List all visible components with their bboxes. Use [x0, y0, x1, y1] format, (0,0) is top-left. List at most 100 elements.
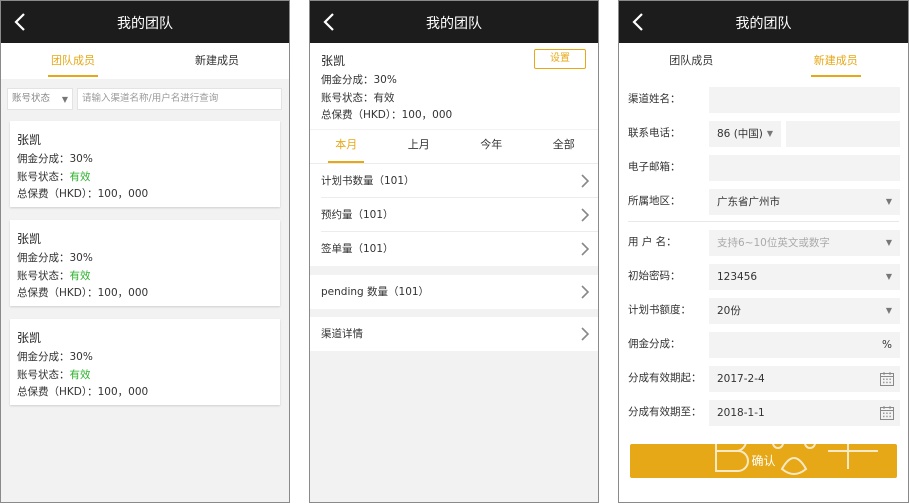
new-member-screen: 我的团队 团队成员 新建成员 渠道姓名： 联系电话： 86 (中国) ▼ 电子邮… — [618, 0, 909, 503]
tab-team-members[interactable]: 团队成员 — [619, 43, 764, 79]
chevron-right-icon — [581, 174, 590, 188]
region-select[interactable]: 广东省广州市 ▼ — [709, 189, 900, 215]
password-input[interactable]: 123456 ▼ — [709, 264, 900, 290]
search-input[interactable]: 请输入渠道名称/用户名进行查询 — [77, 88, 282, 110]
phone-label: 联系电话： — [628, 127, 681, 139]
nav-bar: 我的团队 — [1, 1, 289, 43]
member-status-label: 账号状态： — [17, 368, 70, 381]
page-title: 我的团队 — [735, 16, 792, 32]
email-label: 电子邮箱： — [628, 161, 681, 173]
form-row-username: 用 户 名： 支持6~10位英文或数字 ▼ — [619, 225, 908, 259]
list-item-signed[interactable]: 签单量（101） — [310, 232, 598, 266]
list-item-label: 渠道详情 — [321, 328, 363, 340]
account-status-select[interactable]: 账号状态 ▼ — [7, 88, 73, 110]
member-tabs: 团队成员 新建成员 — [619, 43, 908, 79]
chevron-right-icon — [581, 327, 590, 341]
calendar-icon[interactable] — [879, 371, 895, 387]
end-date-label: 分成有效期至： — [628, 406, 702, 418]
page-title: 我的团队 — [426, 16, 482, 32]
password-label: 初始密码： — [628, 270, 681, 282]
member-premium: 总保费（HKD）：100，000 — [17, 287, 149, 299]
member-status: 账号状态：有效 — [17, 169, 280, 187]
member-status-value: 有效 — [69, 368, 91, 381]
list-item-appointments[interactable]: 预约量（101） — [310, 198, 598, 232]
period-tabs: 本月 上月 今年 全部 — [310, 130, 599, 164]
form-row-quota: 计划书额度： 20份 ▼ — [619, 293, 908, 327]
list-item-label: pending 数量（101） — [321, 286, 430, 298]
caret-down-icon: ▼ — [885, 197, 892, 206]
channel-name-label: 渠道姓名： — [628, 93, 681, 105]
start-date-input[interactable]: 2017-2-4 — [709, 366, 900, 392]
tab-last-month[interactable]: 上月 — [383, 130, 456, 163]
chevron-right-icon — [581, 285, 590, 299]
member-premium: 总保费（HKD）：100，000 — [321, 109, 453, 121]
region-label: 所属地区： — [628, 195, 681, 207]
member-card[interactable]: 张凯 佣金分成：30% 账号状态：有效 总保费（HKD）：100，000 — [10, 319, 280, 405]
nav-bar: 我的团队 — [310, 1, 598, 43]
form-row-channel-name: 渠道姓名： — [619, 82, 908, 116]
member-commission: 佣金分成：30% — [321, 74, 397, 86]
list-item-plans[interactable]: 计划书数量（101） — [310, 164, 598, 198]
end-date-value: 2018-1-1 — [717, 407, 765, 419]
form-row-region: 所属地区： 广东省广州市 ▼ — [619, 184, 908, 218]
watermark-logo — [715, 429, 878, 486]
member-status-value: 有效 — [69, 170, 91, 183]
quota-select[interactable]: 20份 ▼ — [709, 298, 900, 324]
divider — [628, 221, 899, 222]
commission-input[interactable]: % — [709, 332, 900, 358]
tab-team-members[interactable]: 团队成员 — [1, 43, 145, 79]
start-date-label: 分成有效期起： — [628, 372, 702, 384]
filter-bar: 账号状态 ▼ 请输入渠道名称/用户名进行查询 — [1, 79, 289, 119]
member-status: 账号状态：有效 — [321, 91, 395, 104]
tab-all[interactable]: 全部 — [528, 130, 599, 163]
list-item-channel-details[interactable]: 渠道详情 — [310, 317, 598, 351]
account-status-select-label: 账号状态 — [12, 93, 51, 104]
chevron-right-icon — [581, 208, 590, 222]
member-commission: 佣金分成：30% — [17, 153, 93, 165]
calendar-icon[interactable] — [879, 405, 895, 421]
start-date-value: 2017-2-4 — [717, 373, 765, 385]
phone-input[interactable] — [786, 121, 900, 147]
password-value: 123456 — [717, 271, 758, 283]
caret-down-icon: ▼ — [766, 129, 773, 138]
list-item-label: 计划书数量（101） — [321, 175, 415, 187]
member-detail-screen: 我的团队 张凯 佣金分成：30% 账号状态：有效 总保费（HKD）：100，00… — [309, 0, 599, 503]
page-title: 我的团队 — [117, 16, 173, 32]
team-members-screen: 我的团队 团队成员 新建成员 账号状态 ▼ 请输入渠道名称/用户名进行查询 张凯… — [0, 0, 290, 503]
quota-value: 20份 — [717, 305, 741, 317]
caret-down-icon: ▼ — [885, 238, 892, 247]
member-status: 账号状态：有效 — [17, 367, 280, 385]
tab-new-member[interactable]: 新建成员 — [145, 43, 289, 79]
member-premium: 总保费（HKD）：100，000 — [17, 386, 149, 398]
member-status-value: 有效 — [69, 269, 91, 282]
country-code-select[interactable]: 86 (中国) ▼ — [709, 121, 781, 147]
form-row-commission: 佣金分成： % — [619, 327, 908, 361]
tab-this-year[interactable]: 今年 — [455, 130, 528, 163]
username-label: 用 户 名： — [628, 236, 677, 248]
form-row-password: 初始密码： 123456 ▼ — [619, 259, 908, 293]
list-item-label: 签单量（101） — [321, 243, 394, 255]
member-card[interactable]: 张凯 佣金分成：30% 账号状态：有效 总保费（HKD）：100，000 — [10, 220, 280, 306]
form-row-phone: 联系电话： 86 (中国) ▼ — [619, 116, 908, 150]
member-name: 张凯 — [17, 133, 42, 147]
form-row-email: 电子邮箱： — [619, 150, 908, 184]
member-status-label: 账号状态： — [17, 269, 70, 282]
chevron-right-icon — [581, 242, 590, 256]
username-placeholder: 支持6~10位英文或数字 — [717, 237, 830, 249]
form-row-start-date: 分成有效期起： 2017-2-4 — [619, 361, 908, 395]
tab-this-month[interactable]: 本月 — [310, 130, 383, 163]
region-value: 广东省广州市 — [717, 196, 780, 208]
percent-unit: % — [882, 339, 892, 351]
member-card[interactable]: 张凯 佣金分成：30% 账号状态：有效 总保费（HKD）：100，000 — [10, 121, 280, 207]
member-premium: 总保费（HKD）：100，000 — [17, 188, 149, 200]
caret-down-icon: ▼ — [885, 272, 892, 281]
username-input[interactable]: 支持6~10位英文或数字 ▼ — [709, 230, 900, 256]
quota-label: 计划书额度： — [628, 304, 691, 316]
tab-new-member[interactable]: 新建成员 — [764, 43, 909, 79]
channel-name-input[interactable] — [709, 87, 900, 113]
settings-button[interactable]: 设置 — [534, 49, 586, 69]
country-code-value: 86 (中国) — [717, 128, 763, 140]
caret-down-icon: ▼ — [61, 95, 68, 104]
list-item-pending[interactable]: pending 数量（101） — [310, 275, 598, 309]
email-input[interactable] — [709, 155, 900, 181]
